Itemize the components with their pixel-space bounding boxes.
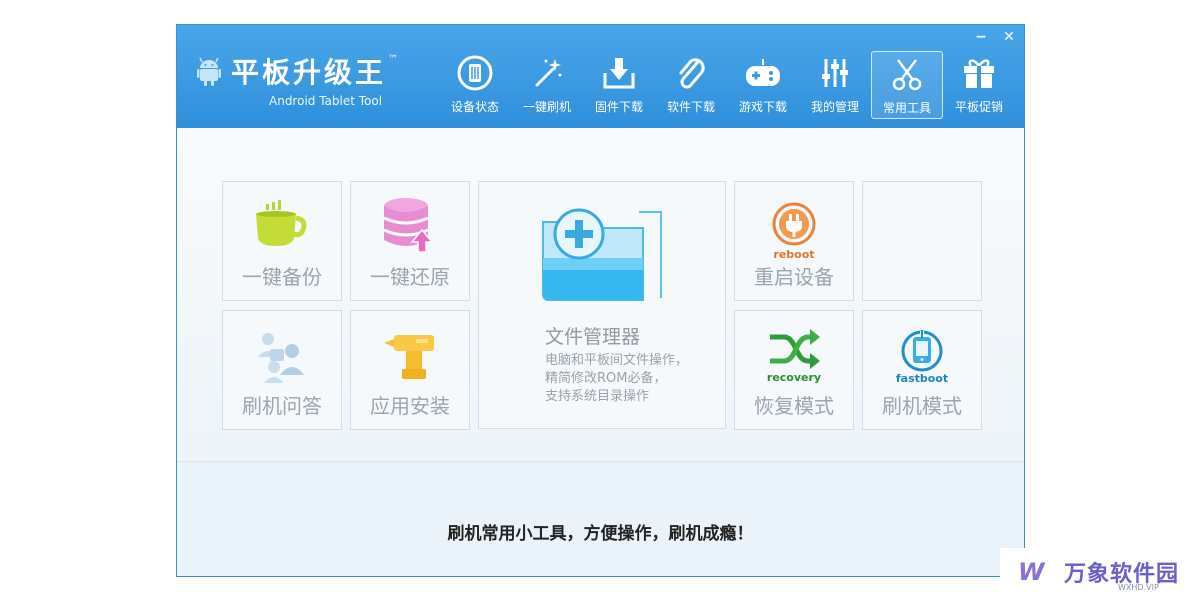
app-window: 平板升级王 ™ Android Tablet Tool − ✕ 设备状态 一键刷… [176,24,1025,577]
power-plug-icon [735,202,853,250]
nav-tablet-promotion[interactable]: 平板促销 [943,51,1015,119]
database-restore-icon [351,196,469,256]
tool-label: 应用安装 [370,394,450,418]
app-title: 平板升级王 [231,56,387,89]
site-watermark: W 万象软件园 WXHD.VIP [1000,548,1200,600]
app-subtitle: Android Tablet Tool [269,94,383,108]
watermark-logo: W [1018,558,1045,586]
android-icon [197,57,221,86]
description-line: 电脑和平板间文件操作， [545,353,689,368]
recovery-badge: recovery [766,371,822,384]
folder-add-icon [542,208,662,301]
description-line: 支持系统目录操作 [545,389,650,404]
nav-software-download[interactable]: 软件下载 [655,51,727,119]
tool-one-click-restore[interactable]: 一键还原 [350,181,470,301]
tool-label: 一键还原 [370,265,450,289]
tool-file-manager[interactable]: 文件管理器 电脑和平板间文件操作， 精简修改ROM必备， 支持系统目录操作 [478,181,726,429]
file-manager-title: 文件管理器 [545,326,641,348]
minimize-button[interactable]: − [974,29,988,45]
trademark: ™ [388,53,399,65]
tool-recovery-mode[interactable]: recovery 恢复模式 [734,310,854,430]
drill-install-icon [351,333,469,385]
nav-label: 固件下载 [594,100,643,114]
users-faq-icon [223,329,341,385]
nav-label: 我的管理 [810,100,859,114]
tool-label: 刷机问答 [242,394,322,418]
brand: 平板升级王 ™ Android Tablet Tool [197,51,398,108]
tool-flash-faq[interactable]: 刷机问答 [222,310,342,430]
tool-label: 一键备份 [242,265,322,289]
fastboot-badge: fastboot [895,372,949,385]
tool-empty-slot [862,181,982,301]
footer: 刷机常用小工具，方便操作，刷机成瘾！ [177,462,1024,576]
window-controls: − ✕ [974,29,1016,45]
gamepad-icon [743,53,783,93]
tool-label: 刷机模式 [882,394,962,418]
tool-one-click-backup[interactable]: 一键备份 [222,181,342,301]
file-manager-description: 电脑和平板间文件操作， 精简修改ROM必备， 支持系统目录操作 [545,352,688,406]
gift-icon [959,53,999,93]
tool-label: 恢复模式 [754,394,834,418]
nav-firmware-download[interactable]: 固件下载 [583,51,655,119]
tool-app-install[interactable]: 应用安装 [350,310,470,430]
tool-reboot-device[interactable]: reboot 重启设备 [734,181,854,301]
nav-label: 平板促销 [954,100,1003,114]
nav-my-management[interactable]: 我的管理 [799,51,871,119]
nav-label: 游戏下载 [738,100,787,114]
nav-label: 常用工具 [882,101,931,115]
scissors-icon [887,54,927,94]
title-bar: 平板升级王 ™ Android Tablet Tool − ✕ 设备状态 一键刷… [177,25,1024,128]
sliders-icon [815,53,855,93]
tools-panel: 一键备份 一键还原 刷机问答 应用安装 文件管理器 电脑和平板间文件操作， 精简… [177,128,1024,458]
close-button[interactable]: ✕ [1002,29,1016,45]
firmware-download-icon [599,53,639,93]
nav-label: 一键刷机 [522,100,571,114]
nav-device-status[interactable]: 设备状态 [439,51,511,119]
tool-flash-mode[interactable]: fastboot 刷机模式 [862,310,982,430]
nav-one-click-flash[interactable]: 一键刷机 [511,51,583,119]
phone-power-icon [863,329,981,373]
reboot-badge: reboot [773,248,815,261]
slogan-text: 刷机常用小工具，方便操作，刷机成瘾！ [447,524,754,544]
description-line: 精简修改ROM必备， [545,371,667,386]
nav-label: 设备状态 [450,100,499,114]
magic-wand-icon [527,53,567,93]
paperclip-icon [671,53,711,93]
cup-icon [223,200,341,252]
top-nav: 设备状态 一键刷机 固件下载 软件下载 游戏下载 我的管理 常用工具 平板促销 [439,51,1015,119]
tool-label: 重启设备 [754,265,834,289]
nav-game-download[interactable]: 游戏下载 [727,51,799,119]
watermark-subtext: WXHD.VIP [1118,583,1159,592]
nav-common-tools[interactable]: 常用工具 [871,51,943,119]
nav-label: 软件下载 [666,100,715,114]
device-status-icon [455,53,495,93]
shuffle-arrows-icon [735,329,853,369]
